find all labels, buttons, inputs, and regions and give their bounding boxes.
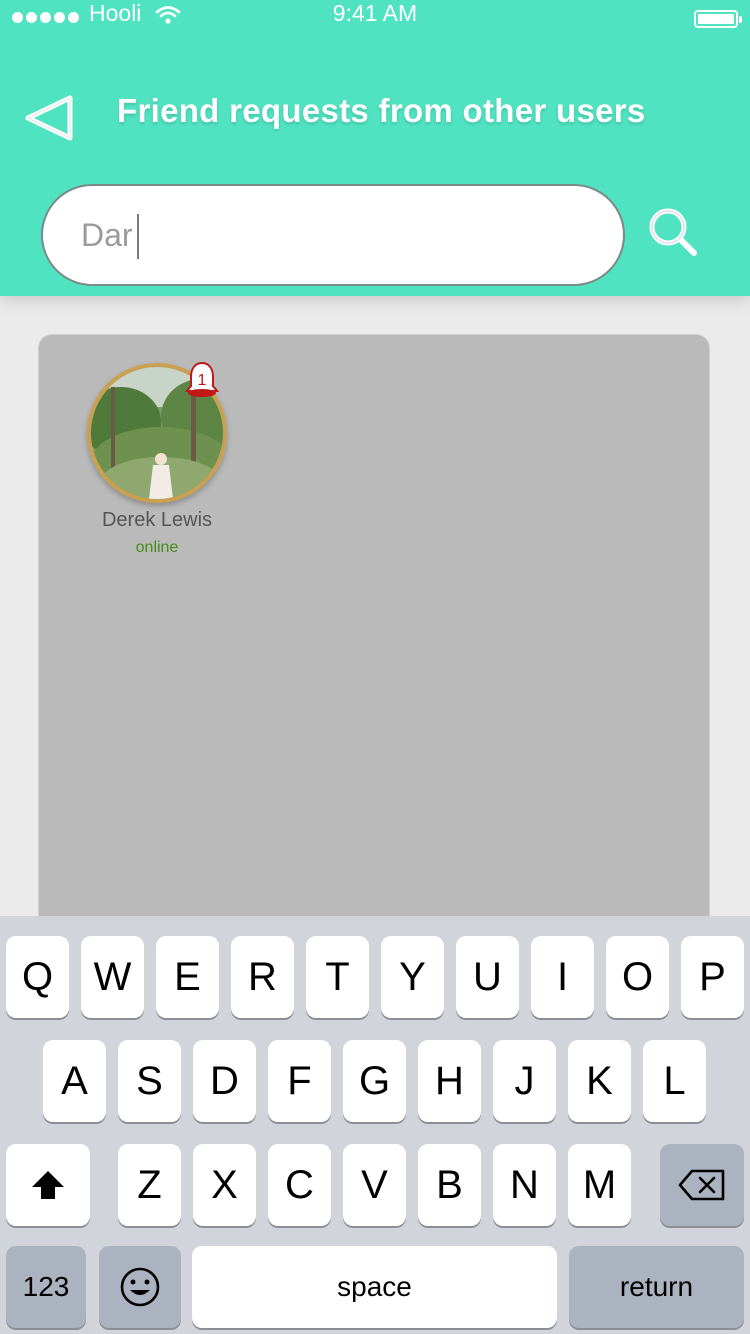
key-d[interactable]: D bbox=[193, 1040, 256, 1122]
key-i[interactable]: I bbox=[531, 936, 594, 1018]
key-e[interactable]: E bbox=[156, 936, 219, 1018]
status-time: 9:41 AM bbox=[332, 0, 418, 26]
keyboard: Q W E R T Y U I O P A S D F G H J K L Z … bbox=[0, 916, 750, 1334]
key-c[interactable]: C bbox=[268, 1144, 331, 1226]
key-v[interactable]: V bbox=[343, 1144, 406, 1226]
search-icon[interactable] bbox=[646, 205, 700, 259]
emoji-key[interactable] bbox=[99, 1246, 181, 1328]
shift-key[interactable] bbox=[6, 1144, 90, 1226]
key-z[interactable]: Z bbox=[118, 1144, 181, 1226]
notification-count: 1 bbox=[198, 372, 207, 389]
emoji-icon bbox=[120, 1267, 160, 1307]
key-p[interactable]: P bbox=[681, 936, 744, 1018]
delete-key[interactable] bbox=[660, 1144, 744, 1226]
numbers-key[interactable]: 123 bbox=[6, 1246, 86, 1328]
key-g[interactable]: G bbox=[343, 1040, 406, 1122]
shift-icon bbox=[32, 1171, 64, 1199]
battery-icon bbox=[694, 10, 742, 28]
status-bar: Hooli 9:41 AM bbox=[0, 0, 750, 40]
key-r[interactable]: R bbox=[231, 936, 294, 1018]
key-h[interactable]: H bbox=[418, 1040, 481, 1122]
key-l[interactable]: L bbox=[643, 1040, 706, 1122]
key-t[interactable]: T bbox=[306, 936, 369, 1018]
space-key[interactable]: space bbox=[192, 1246, 557, 1328]
page-title: Friend requests from other users bbox=[117, 92, 646, 129]
key-u[interactable]: U bbox=[456, 936, 519, 1018]
key-s[interactable]: S bbox=[118, 1040, 181, 1122]
friend-name: Derek Lewis bbox=[101, 509, 213, 531]
key-o[interactable]: O bbox=[606, 936, 669, 1018]
key-b[interactable]: B bbox=[418, 1144, 481, 1226]
key-w[interactable]: W bbox=[81, 936, 144, 1018]
key-k[interactable]: K bbox=[568, 1040, 631, 1122]
search-input[interactable] bbox=[41, 184, 625, 286]
key-f[interactable]: F bbox=[268, 1040, 331, 1122]
text-caret bbox=[137, 214, 139, 259]
key-y[interactable]: Y bbox=[381, 936, 444, 1018]
bell-notification-icon: 1 bbox=[185, 361, 219, 397]
key-n[interactable]: N bbox=[493, 1144, 556, 1226]
key-q[interactable]: Q bbox=[6, 936, 69, 1018]
app-header: Hooli 9:41 AM Friend requests from other… bbox=[0, 0, 750, 296]
key-j[interactable]: J bbox=[493, 1040, 556, 1122]
return-key[interactable]: return bbox=[569, 1246, 744, 1328]
back-arrow-icon[interactable] bbox=[22, 94, 78, 142]
key-x[interactable]: X bbox=[193, 1144, 256, 1226]
key-a[interactable]: A bbox=[43, 1040, 106, 1122]
backspace-icon bbox=[678, 1169, 725, 1201]
friend-status: online bbox=[135, 539, 179, 556]
key-m[interactable]: M bbox=[568, 1144, 631, 1226]
